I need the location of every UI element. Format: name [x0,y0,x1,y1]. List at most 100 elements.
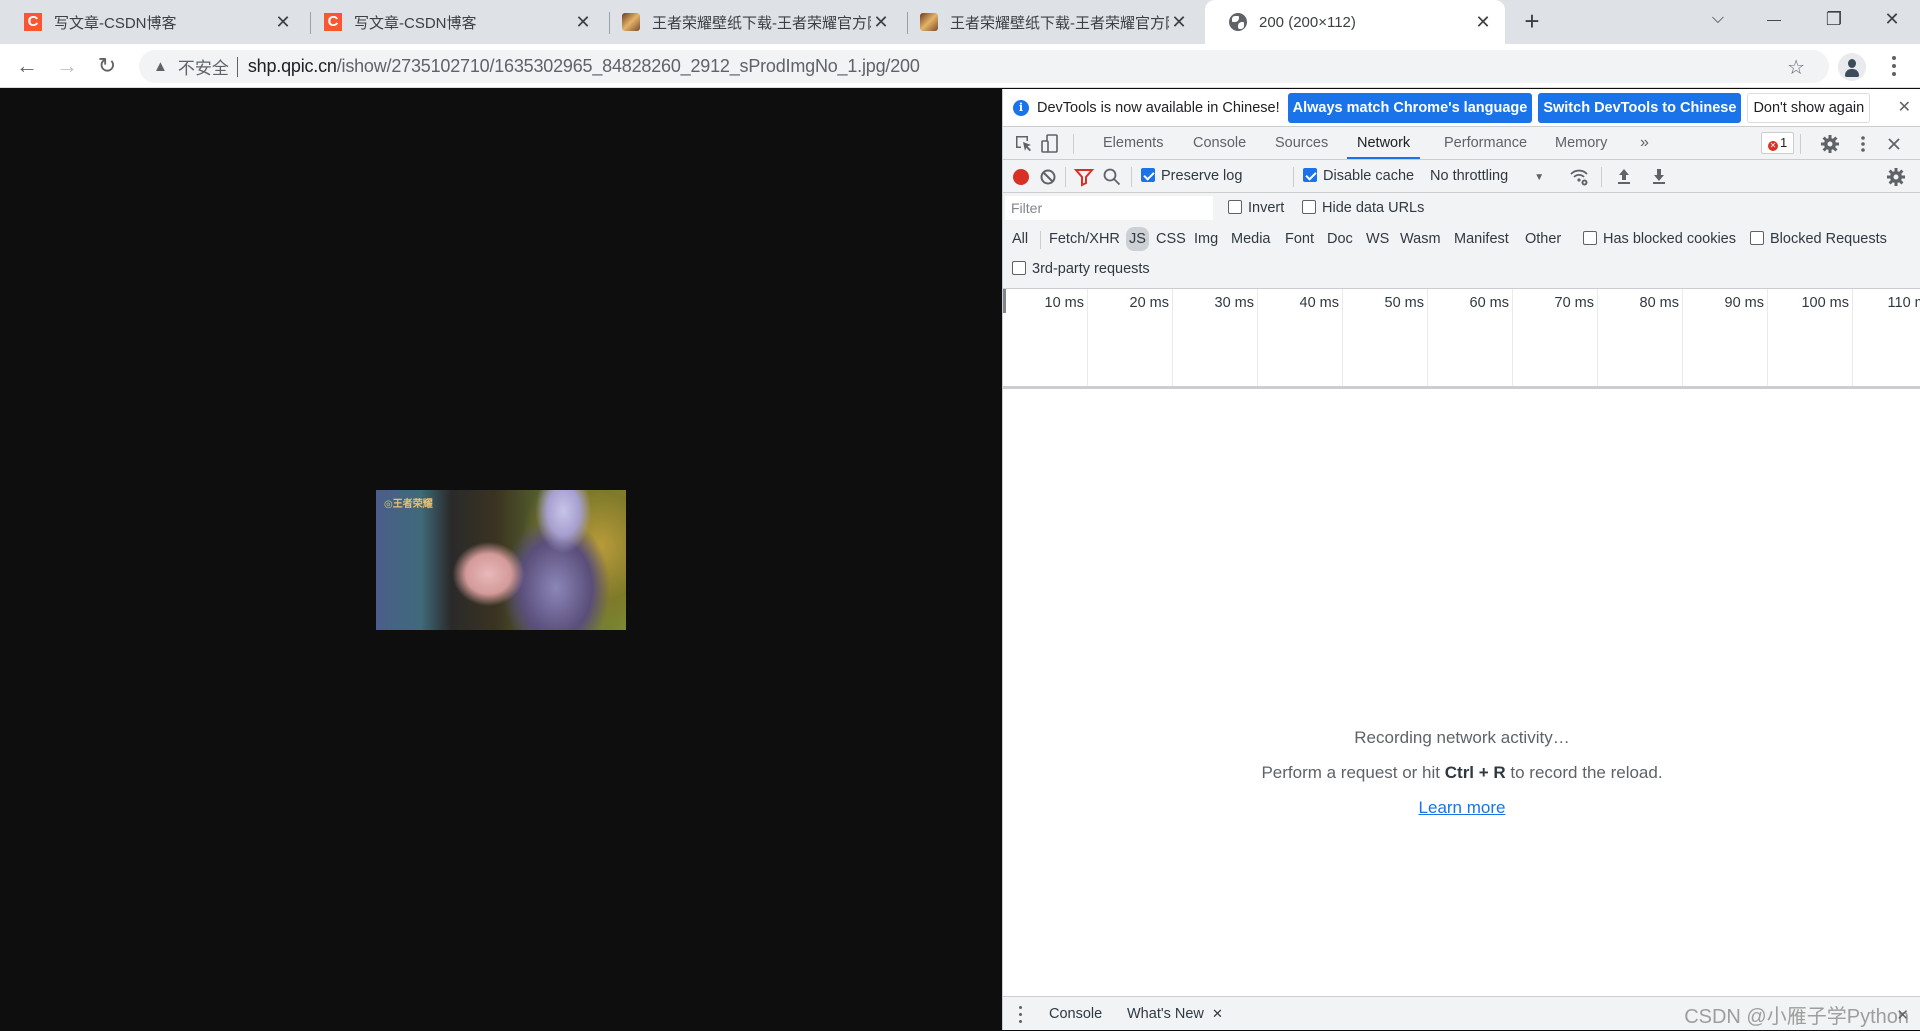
type-filter-wasm[interactable]: Wasm [1397,227,1444,251]
checkbox-checked[interactable] [1141,168,1155,182]
tab-console[interactable]: Console [1183,127,1256,159]
drawer-tab-console[interactable]: Console [1049,997,1102,1031]
browser-tab-active[interactable]: 200 (200×112) ✕ [1205,0,1505,44]
tab-title: 王者荣耀壁纸下载-王者荣耀官方网站 [950,14,1169,32]
blocked-requests-checkbox[interactable]: Blocked Requests [1750,227,1887,251]
tab-close-icon[interactable]: ✕ [273,12,293,33]
honor-of-kings-icon [920,13,938,31]
omnibox-divider [236,56,238,77]
language-infobar: i DevTools is now available in Chinese! … [1003,89,1920,127]
tab-performance[interactable]: Performance [1434,127,1537,159]
browser-tab[interactable]: 王者荣耀壁纸下载-王者荣耀官方网站 ✕ [896,0,1201,44]
tab-close-icon[interactable]: ✕ [573,12,593,33]
type-filter-doc[interactable]: Doc [1324,227,1356,251]
type-filter-font[interactable]: Font [1282,227,1317,251]
type-filter-manifest[interactable]: Manifest [1451,227,1512,251]
minimize-button[interactable]: — [1746,0,1802,40]
checkbox[interactable] [1750,231,1764,245]
checkbox[interactable] [1012,261,1026,275]
type-filter-media[interactable]: Media [1228,227,1274,251]
honor-of-kings-icon [622,13,640,31]
network-settings-icon[interactable] [1885,166,1907,188]
close-devtools-icon[interactable] [1883,133,1905,155]
recording-message: Recording network activity… [1354,728,1570,747]
url-text[interactable]: shp.qpic.cn/ishow/2735102710/1635302965_… [248,56,920,77]
close-tab-icon[interactable]: ✕ [1212,1006,1223,1021]
tab-memory[interactable]: Memory [1545,127,1617,159]
type-filter-all[interactable]: All [1009,227,1031,251]
url-path: /ishow/2735102710/1635302965_84828260_29… [336,56,920,76]
browser-tab[interactable]: 王者荣耀壁纸下载-王者荣耀官方网站 ✕ [598,0,903,44]
checkbox[interactable] [1302,200,1316,214]
export-har-icon[interactable] [1648,166,1670,188]
bookmark-star-icon[interactable]: ☆ [1787,55,1805,80]
throttling-select[interactable]: No throttling ▼ [1430,160,1544,193]
checkbox[interactable] [1583,231,1597,245]
learn-more-link[interactable]: Learn more [1419,798,1506,817]
timeline-tick: 110 ms [1003,289,1920,386]
network-conditions-icon[interactable] [1568,166,1590,188]
dont-show-again-button[interactable]: Don't show again [1747,92,1871,123]
browser-menu-icon[interactable] [1884,52,1904,80]
tab-search-button[interactable]: ⌵ [1690,0,1746,40]
tab-close-icon[interactable]: ✕ [1473,12,1493,33]
reload-button[interactable]: ↻ [91,50,123,82]
tab-close-icon[interactable]: ✕ [1169,12,1189,33]
has-blocked-cookies-checkbox[interactable]: Has blocked cookies [1583,227,1736,251]
filter-input[interactable]: Filter [1005,196,1213,220]
window-close-button[interactable]: ✕ [1864,0,1920,40]
tab-strip: C 写文章-CSDN博客 ✕ C 写文章-CSDN博客 ✕ 王者荣耀壁纸下载-王… [0,0,1920,44]
preserve-log-checkbox[interactable]: Preserve log [1141,160,1242,193]
device-toolbar-icon[interactable] [1039,133,1061,155]
always-match-language-button[interactable]: Always match Chrome's language [1287,92,1533,123]
forward-button[interactable]: → [51,50,83,82]
more-tabs-icon[interactable]: » [1630,127,1659,159]
inspect-element-icon[interactable] [1013,133,1035,155]
network-overview-timeline[interactable]: 10 ms 20 ms 30 ms 40 ms 50 ms 60 ms 70 ms 80 ms… [1003,289,1920,389]
error-count-badge[interactable]: ✕ 1 [1761,132,1795,154]
restore-button[interactable]: ❐ [1806,0,1862,40]
url-host: shp.qpic.cn [247,56,337,76]
tab-network[interactable]: Network [1347,127,1421,159]
tab-close-icon[interactable]: ✕ [871,12,891,33]
record-button[interactable] [1013,169,1029,185]
tab-sources[interactable]: Sources [1265,127,1338,159]
disable-cache-checkbox[interactable]: Disable cache [1303,160,1414,193]
drawer-menu-icon[interactable] [1019,1006,1023,1024]
close-drawer-icon[interactable]: ✕ [1896,1006,1909,1024]
drawer-tab-whats-new[interactable]: What's New ✕ [1127,997,1223,1031]
type-filter-css[interactable]: CSS [1153,227,1189,251]
browser-tab[interactable]: C 写文章-CSDN博客 ✕ [300,0,605,44]
type-filter-ws[interactable]: WS [1363,227,1392,251]
csdn-icon: C [324,13,342,31]
new-tab-button[interactable]: + [1517,6,1547,36]
hide-data-urls-checkbox[interactable]: Hide data URLs [1302,196,1424,220]
third-party-requests-checkbox[interactable]: 3rd-party requests [1012,257,1150,281]
infobar-close-icon[interactable]: ✕ [1898,97,1911,117]
address-bar[interactable]: ▲ 不安全 shp.qpic.cn/ishow/2735102710/16353… [139,50,1829,83]
type-filter-img[interactable]: Img [1191,227,1221,251]
invert-checkbox[interactable]: Invert [1228,196,1284,220]
import-har-icon[interactable] [1613,166,1635,188]
security-label[interactable]: 不安全 [178,54,229,79]
type-filter-js[interactable]: JS [1126,227,1149,251]
info-icon: i [1013,99,1029,116]
back-button[interactable]: ← [11,50,43,82]
devtools-drawer: Console What's New ✕ CSDN @小雁子学Python ✕ [1003,996,1920,1030]
more-options-icon[interactable] [1852,133,1874,155]
switch-to-chinese-button[interactable]: Switch DevTools to Chinese [1538,92,1742,123]
warning-icon[interactable]: ▲ [153,58,168,75]
profile-avatar[interactable] [1838,53,1866,81]
checkbox[interactable] [1228,200,1242,214]
browser-tab[interactable]: C 写文章-CSDN博客 ✕ [0,0,305,44]
filter-icon[interactable] [1073,166,1095,188]
search-icon[interactable] [1101,166,1123,188]
checkbox-checked[interactable] [1303,168,1317,182]
clear-icon[interactable] [1037,166,1059,188]
type-filter-other[interactable]: Other [1522,227,1564,251]
settings-gear-icon[interactable] [1819,133,1841,155]
type-filter-fetch-xhr[interactable]: Fetch/XHR [1046,227,1123,251]
tab-elements[interactable]: Elements [1093,127,1173,159]
toolbar-divider [1073,134,1074,154]
disable-cache-label: Disable cache [1323,168,1415,184]
